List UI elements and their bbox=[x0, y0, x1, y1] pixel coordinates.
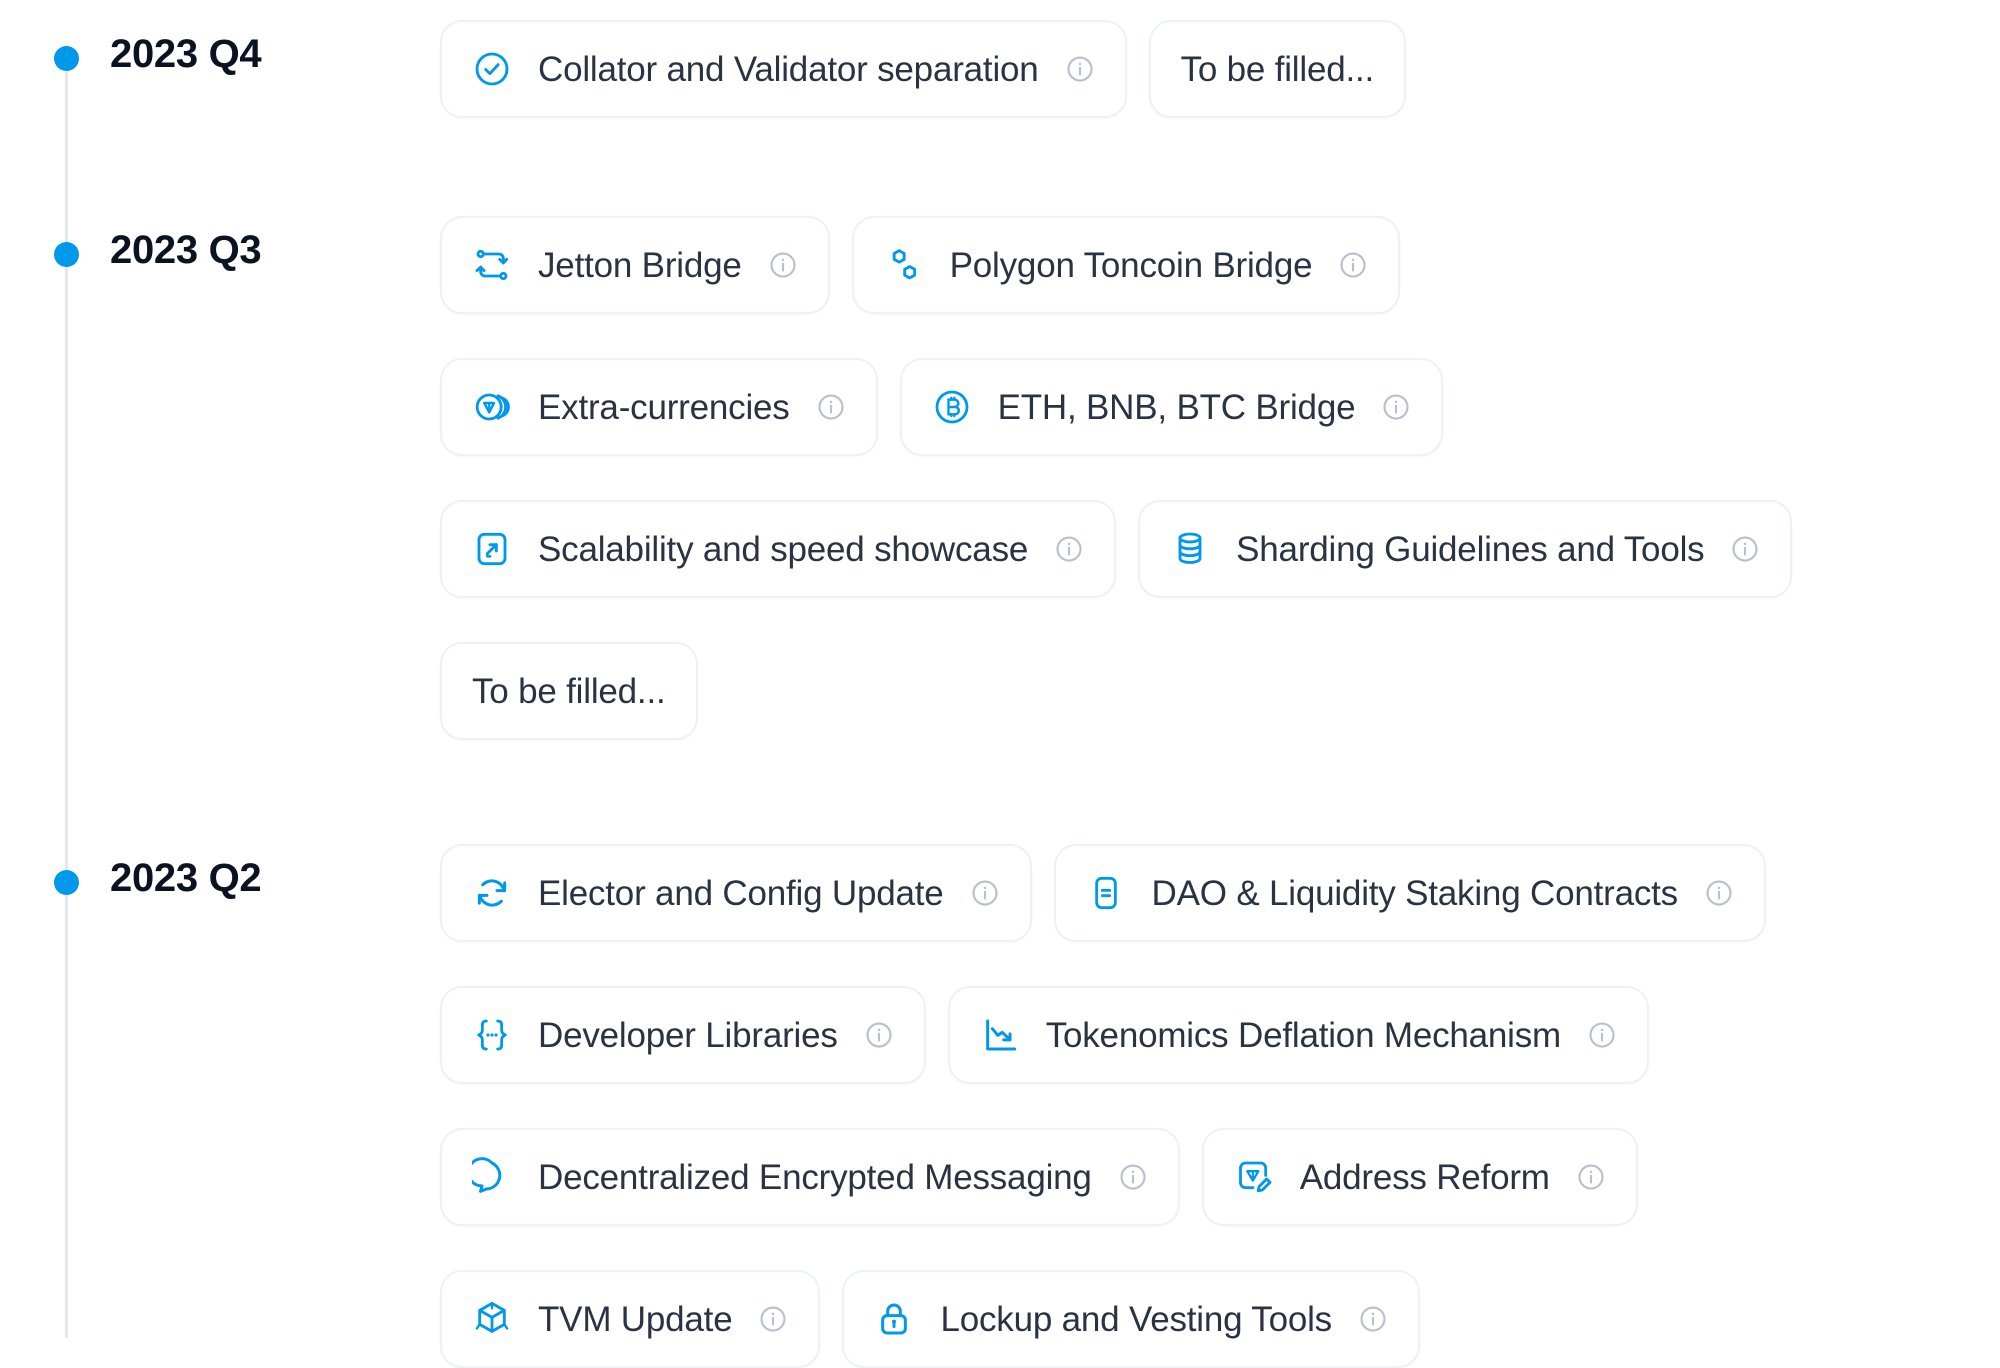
quarter-header-2023q2: 2023 Q2 bbox=[0, 832, 440, 898]
expand-arrow-box-icon bbox=[472, 529, 512, 569]
info-icon[interactable] bbox=[758, 1304, 788, 1334]
quarter-section-2023q3: 2023 Q3 Jetton Bridge Polygon Toncoin Brid… bbox=[0, 118, 2000, 740]
roadmap-item-card[interactable]: Tokenomics Deflation Mechanism bbox=[947, 986, 1650, 1084]
roadmap-item-label: TVM Update bbox=[538, 1299, 733, 1339]
info-icon[interactable] bbox=[1576, 1162, 1606, 1192]
lock-icon bbox=[874, 1299, 914, 1339]
roadmap-item-card[interactable]: Polygon Toncoin Bridge bbox=[851, 216, 1401, 314]
curly-braces-icon bbox=[472, 1015, 512, 1055]
roadmap-item-card[interactable]: Address Reform bbox=[1201, 1128, 1638, 1226]
info-icon[interactable] bbox=[768, 250, 798, 280]
quarter-section-2023q2: 2023 Q2 Elector and Config Update DAO & Li… bbox=[0, 740, 2000, 1368]
roadmap-item-label: To be filled... bbox=[472, 671, 666, 711]
roadmap-timeline: 2023 Q4 Collator and Validator separation… bbox=[0, 0, 2000, 1368]
roadmap-item-card[interactable]: Collator and Validator separation bbox=[440, 20, 1127, 118]
chat-bubble-icon bbox=[472, 1157, 512, 1197]
roadmap-item-label: Lockup and Vesting Tools bbox=[940, 1299, 1332, 1339]
quarter-label: 2023 Q2 bbox=[110, 856, 262, 900]
info-icon[interactable] bbox=[1704, 878, 1734, 908]
roadmap-item-label: Collator and Validator separation bbox=[538, 49, 1039, 89]
roadmap-item-card[interactable]: ETH, BNB, BTC Bridge bbox=[899, 358, 1444, 456]
roadmap-item-label: Extra-currencies bbox=[538, 387, 790, 427]
chart-down-icon bbox=[980, 1015, 1020, 1055]
database-stack-icon bbox=[1170, 529, 1210, 569]
roadmap-item-label: Jetton Bridge bbox=[538, 245, 742, 285]
cube-3d-icon bbox=[472, 1299, 512, 1339]
quarter-items-2023q4: Collator and Validator separation To be f… bbox=[440, 8, 2000, 118]
roadmap-item-label: ETH, BNB, BTC Bridge bbox=[997, 387, 1356, 427]
roadmap-item-label: Polygon Toncoin Bridge bbox=[949, 245, 1313, 285]
quarter-items-2023q3: Jetton Bridge Polygon Toncoin Bridge Extra… bbox=[440, 204, 2000, 740]
roadmap-item-card[interactable]: Elector and Config Update bbox=[440, 844, 1032, 942]
quarter-header-2023q4: 2023 Q4 bbox=[0, 8, 440, 74]
roadmap-item-label: DAO & Liquidity Staking Contracts bbox=[1151, 873, 1679, 913]
roadmap-item-card[interactable]: To be filled... bbox=[1148, 20, 1407, 118]
roadmap-item-card[interactable]: To be filled... bbox=[440, 642, 698, 740]
roadmap-item-label: Scalability and speed showcase bbox=[538, 529, 1029, 569]
document-lines-icon bbox=[1086, 873, 1126, 913]
quarter-header-2023q3: 2023 Q3 bbox=[0, 204, 440, 270]
polygon-hexagons-icon bbox=[884, 245, 924, 285]
info-icon[interactable] bbox=[1054, 534, 1084, 564]
roadmap-item-card[interactable]: DAO & Liquidity Staking Contracts bbox=[1053, 844, 1766, 942]
roadmap-item-label: Elector and Config Update bbox=[538, 873, 944, 913]
refresh-circle-icon bbox=[472, 873, 512, 913]
quarter-label: 2023 Q4 bbox=[110, 32, 262, 76]
roadmap-item-card[interactable]: Lockup and Vesting Tools bbox=[842, 1270, 1420, 1368]
roadmap-item-card[interactable]: Developer Libraries bbox=[440, 986, 926, 1084]
coins-ton-icon bbox=[472, 387, 512, 427]
roadmap-item-card[interactable]: Sharding Guidelines and Tools bbox=[1138, 500, 1793, 598]
roadmap-item-label: To be filled... bbox=[1180, 49, 1375, 89]
roadmap-item-card[interactable]: Decentralized Encrypted Messaging bbox=[440, 1128, 1180, 1226]
info-icon[interactable] bbox=[970, 878, 1000, 908]
info-icon[interactable] bbox=[1358, 1304, 1388, 1334]
quarter-section-2023q4: 2023 Q4 Collator and Validator separation… bbox=[0, 0, 2000, 118]
info-icon[interactable] bbox=[1381, 392, 1411, 422]
timeline-dot-icon bbox=[54, 870, 79, 895]
roadmap-item-label: Developer Libraries bbox=[538, 1015, 838, 1055]
info-icon[interactable] bbox=[1338, 250, 1368, 280]
quarter-label: 2023 Q3 bbox=[110, 228, 262, 272]
roadmap-item-label: Sharding Guidelines and Tools bbox=[1236, 529, 1705, 569]
roadmap-item-card[interactable]: TVM Update bbox=[440, 1270, 821, 1368]
roadmap-item-card[interactable]: Scalability and speed showcase bbox=[440, 500, 1117, 598]
bitcoin-circle-icon bbox=[932, 387, 972, 427]
roadmap-item-label: Address Reform bbox=[1299, 1157, 1550, 1197]
roadmap-item-label: Tokenomics Deflation Mechanism bbox=[1045, 1015, 1562, 1055]
address-edit-icon bbox=[1234, 1157, 1274, 1197]
roadmap-item-card[interactable]: Jetton Bridge bbox=[440, 216, 830, 314]
timeline-dot-icon bbox=[54, 242, 79, 267]
roadmap-item-card[interactable]: Extra-currencies bbox=[440, 358, 878, 456]
info-icon[interactable] bbox=[816, 392, 846, 422]
check-circle-icon bbox=[472, 49, 512, 89]
quarter-list: 2023 Q4 Collator and Validator separation… bbox=[0, 0, 2000, 1368]
info-icon[interactable] bbox=[1065, 54, 1095, 84]
info-icon[interactable] bbox=[1118, 1162, 1148, 1192]
quarter-items-2023q2: Elector and Config Update DAO & Liquidity… bbox=[440, 832, 2000, 1368]
timeline-dot-icon bbox=[54, 46, 79, 71]
bridge-nodes-icon bbox=[472, 245, 512, 285]
info-icon[interactable] bbox=[864, 1020, 894, 1050]
info-icon[interactable] bbox=[1587, 1020, 1617, 1050]
roadmap-item-label: Decentralized Encrypted Messaging bbox=[538, 1157, 1092, 1197]
info-icon[interactable] bbox=[1730, 534, 1760, 564]
